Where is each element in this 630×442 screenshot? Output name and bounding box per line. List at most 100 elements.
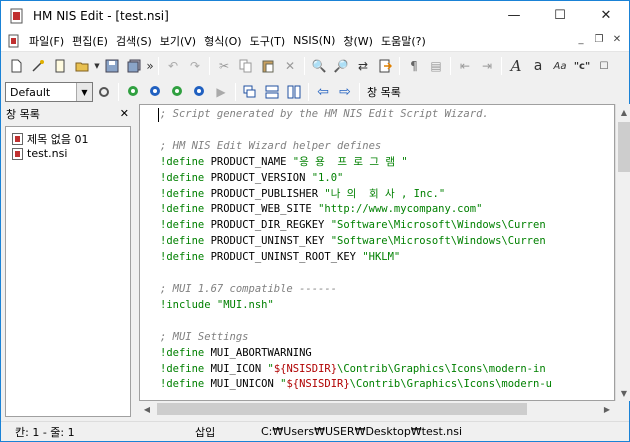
find-next-icon[interactable]: 🔎 <box>330 55 352 77</box>
wizard-icon[interactable] <box>27 55 49 77</box>
menu-edit[interactable]: 편집(E) <box>68 33 112 49</box>
vertical-scrollbar[interactable]: ▲ ▼ <box>615 104 630 401</box>
code-line[interactable]: !define PRODUCT_VERSION "1.0" <box>160 171 614 187</box>
code-line[interactable]: ; HM NIS Edit Wizard helper defines <box>160 139 614 155</box>
list-item[interactable]: 제목 없음 01 <box>6 131 130 146</box>
code-line[interactable]: !define PRODUCT_UNINST_KEY "Software\Mic… <box>160 234 614 250</box>
title-bar[interactable]: HM NIS Edit - [test.nsi] — ☐ ✕ <box>1 1 629 30</box>
style-select[interactable]: Default ▼ <box>5 82 93 102</box>
app-window: HM NIS Edit - [test.nsi] — ☐ ✕ 파일(F) 편집(… <box>0 0 630 442</box>
arrow-right-icon[interactable]: ⇨ <box>334 81 356 103</box>
redo-icon[interactable]: ↷ <box>184 55 206 77</box>
menu-window[interactable]: 창(W) <box>339 33 377 49</box>
horizontal-scrollbar[interactable]: ◀ ▶ <box>139 401 615 417</box>
quote-icon[interactable]: "c" <box>571 55 593 77</box>
compile-run-icon[interactable] <box>144 81 166 103</box>
find-icon[interactable]: 🔍 <box>308 55 330 77</box>
word-wrap-icon[interactable]: ▤ <box>425 55 447 77</box>
tile-vertical-icon[interactable] <box>283 81 305 103</box>
scroll-right-icon[interactable]: ▶ <box>599 401 615 417</box>
code-token: "응 용 프 로 그 램 " <box>292 155 408 168</box>
scroll-left-icon[interactable]: ◀ <box>139 401 155 417</box>
chevron-down-icon[interactable]: ▼ <box>93 55 101 77</box>
menu-help[interactable]: 도움말(?) <box>377 33 430 49</box>
menu-file[interactable]: 파일(F) <box>25 33 68 49</box>
more-icon[interactable]: » <box>145 55 155 77</box>
code-line[interactable]: !define MUI_UNICON "${NSISDIR}\Contrib\G… <box>160 377 614 393</box>
compile-icon[interactable] <box>122 81 144 103</box>
mdi-close-button[interactable]: ✕ <box>609 33 625 47</box>
scroll-up-icon[interactable]: ▲ <box>616 104 630 120</box>
new-file-icon[interactable] <box>5 55 27 77</box>
code-token: ; MUI 1.67 compatible ------ <box>160 282 338 295</box>
separator <box>399 57 400 75</box>
minimize-button[interactable]: — <box>491 1 537 30</box>
stop-icon[interactable] <box>188 81 210 103</box>
code-line[interactable] <box>160 266 614 282</box>
save-icon[interactable] <box>101 55 123 77</box>
scrollbar-thumb[interactable] <box>618 122 630 172</box>
panel-title: 창 목록 <box>6 108 40 121</box>
mdi-minimize-button[interactable]: _ <box>573 33 589 47</box>
code-line[interactable]: !define MUI_ICON "${NSISDIR}\Contrib\Gra… <box>160 362 614 378</box>
run-icon[interactable]: ▶ <box>210 81 232 103</box>
goto-line-icon[interactable] <box>374 55 396 77</box>
arrow-left-icon[interactable]: ⇦ <box>312 81 334 103</box>
menu-nsis[interactable]: NSIS(N) <box>289 34 339 47</box>
template-icon[interactable] <box>49 55 71 77</box>
open-folder-icon[interactable] <box>71 55 93 77</box>
code-token: "Software\Microsoft\Windows\Curren <box>330 219 546 232</box>
mdi-restore-button[interactable]: ❐ <box>591 33 607 47</box>
menu-format[interactable]: 형식(O) <box>200 33 245 49</box>
font-icon[interactable]: A <box>505 55 527 77</box>
code-editor[interactable]: ; Script generated by the HM NIS Edit Sc… <box>139 104 615 401</box>
code-token: ; HM NIS Edit Wizard helper defines <box>160 139 382 152</box>
code-line[interactable]: !define MUI_ABORTWARNING <box>160 346 614 362</box>
code-line[interactable] <box>160 123 614 139</box>
code-line[interactable]: ; Script generated by the HM NIS Edit Sc… <box>160 107 614 123</box>
lowercase-icon[interactable]: a <box>527 55 549 77</box>
menu-view[interactable]: 보기(V) <box>156 33 200 49</box>
paragraph-icon[interactable]: ¶ <box>403 55 425 77</box>
code-line[interactable]: ; MUI 1.67 compatible ------ <box>160 282 614 298</box>
code-token: ${NSISDIR} <box>286 378 350 391</box>
chevron-down-icon[interactable]: ▼ <box>76 83 92 101</box>
code-line[interactable]: !define PRODUCT_UNINST_ROOT_KEY "HKLM" <box>160 250 614 266</box>
code-line[interactable]: !define PRODUCT_DIR_REGKEY "Software\Mic… <box>160 218 614 234</box>
separator <box>308 83 309 101</box>
comment-icon[interactable]: ☐ <box>593 55 615 77</box>
menu-tools[interactable]: 도구(T) <box>246 33 290 49</box>
cut-icon[interactable]: ✂ <box>213 55 235 77</box>
code-content[interactable]: ; Script generated by the HM NIS Edit Sc… <box>160 107 614 393</box>
document-icon[interactable] <box>7 34 21 48</box>
compile-all-icon[interactable] <box>166 81 188 103</box>
indent-icon[interactable]: ⇥ <box>476 55 498 77</box>
scroll-down-icon[interactable]: ▼ <box>616 385 630 401</box>
window-list-button[interactable]: 창 목록 <box>363 84 405 100</box>
code-token: PRODUCT_NAME <box>204 155 293 168</box>
code-line[interactable]: ; MUI Settings <box>160 330 614 346</box>
close-icon[interactable]: ✕ <box>120 107 129 120</box>
code-line[interactable]: !include "MUI.nsh" <box>160 298 614 314</box>
outdent-icon[interactable]: ⇤ <box>454 55 476 77</box>
case-icon[interactable]: Aa <box>549 55 571 77</box>
copy-icon[interactable] <box>235 55 257 77</box>
cascade-icon[interactable] <box>239 81 261 103</box>
close-button[interactable]: ✕ <box>583 1 629 30</box>
paste-icon[interactable] <box>257 55 279 77</box>
settings-icon[interactable] <box>93 81 115 103</box>
tile-horizontal-icon[interactable] <box>261 81 283 103</box>
code-line[interactable]: !define PRODUCT_WEB_SITE "http://www.myc… <box>160 202 614 218</box>
menu-search[interactable]: 검색(S) <box>112 33 156 49</box>
undo-icon[interactable]: ↶ <box>162 55 184 77</box>
list-item[interactable]: test.nsi <box>6 146 130 161</box>
save-all-icon[interactable] <box>123 55 145 77</box>
maximize-button[interactable]: ☐ <box>537 1 583 30</box>
code-line[interactable]: !define PRODUCT_NAME "응 용 프 로 그 램 " <box>160 155 614 171</box>
code-line[interactable]: !define PRODUCT_PUBLISHER "나 의 회 사 , Inc… <box>160 187 614 203</box>
replace-icon[interactable]: ⇄ <box>352 55 374 77</box>
code-line[interactable] <box>160 314 614 330</box>
delete-icon[interactable]: ✕ <box>279 55 301 77</box>
scrollbar-thumb[interactable] <box>157 403 527 415</box>
document-icon <box>12 132 23 145</box>
